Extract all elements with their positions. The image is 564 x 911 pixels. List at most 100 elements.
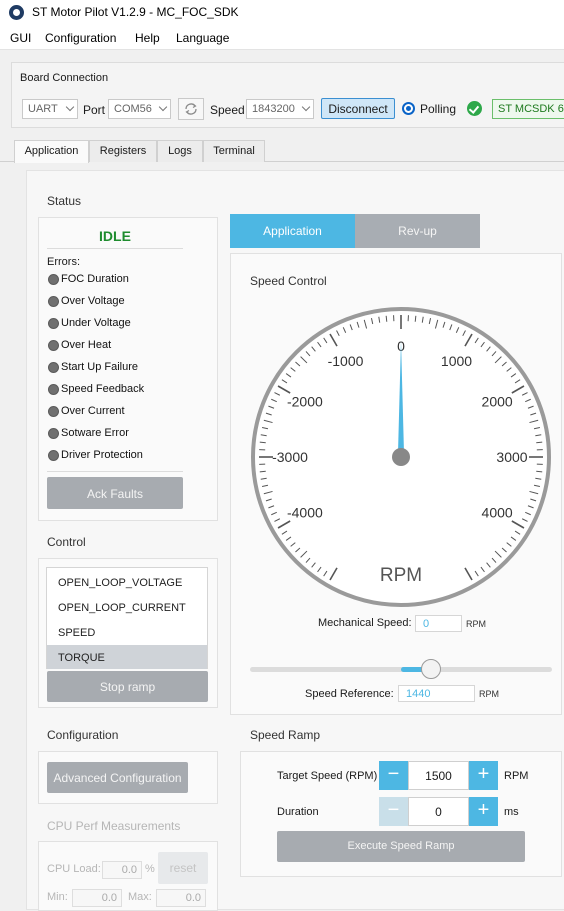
error-led-icon	[48, 274, 59, 285]
error-label: Speed Feedback	[61, 383, 144, 395]
execute-speed-ramp-button[interactable]: Execute Speed Ramp	[277, 831, 525, 862]
menu-gui[interactable]: GUI	[10, 31, 31, 45]
target-decrement-button[interactable]: −	[379, 761, 408, 790]
app-logo-icon	[9, 5, 24, 20]
duration-decrement-button[interactable]: −	[379, 797, 408, 826]
stop-ramp-button[interactable]: Stop ramp	[47, 671, 208, 702]
cpu-reset-button[interactable]: reset	[158, 852, 208, 884]
mechanical-speed-unit: RPM	[466, 619, 486, 629]
error-led-icon	[48, 384, 59, 395]
disconnect-button[interactable]: Disconnect	[321, 98, 395, 119]
error-led-icon	[48, 362, 59, 373]
error-led-icon	[48, 318, 59, 329]
status-title: Status	[47, 194, 81, 208]
chevron-down-icon	[302, 103, 310, 111]
speed-ramp-title: Speed Ramp	[250, 728, 320, 742]
divider	[47, 471, 183, 472]
sdk-version-badge: ST MCSDK 6.3	[492, 99, 564, 119]
cpu-load-label: CPU Load:	[47, 863, 101, 875]
gauge-tick-label: -1000	[328, 353, 364, 369]
list-item[interactable]: SPEED	[47, 620, 207, 644]
port-select[interactable]: COM56	[108, 99, 171, 119]
refresh-button[interactable]	[178, 98, 204, 120]
gauge-tick-label: 1000	[441, 353, 472, 369]
gauge-tick-label: -2000	[287, 394, 323, 410]
tab-terminal[interactable]: Terminal	[203, 140, 265, 162]
cpu-perf-title: CPU Perf Measurements	[47, 819, 180, 833]
gauge-tick-label: -4000	[287, 505, 323, 521]
gauge-tick-label: 3000	[496, 449, 527, 465]
target-speed-input[interactable]: 1500	[408, 761, 469, 790]
cpu-percent-label: %	[145, 863, 155, 875]
refresh-icon	[179, 99, 203, 119]
error-led-icon	[48, 428, 59, 439]
cpu-min-label: Min:	[47, 891, 68, 903]
cpu-min-field: 0.0	[72, 889, 122, 907]
error-label: Sotware Error	[61, 427, 129, 439]
list-item[interactable]: OPEN_LOOP_VOLTAGE	[47, 570, 207, 594]
gauge-tick	[415, 316, 416, 322]
target-increment-button[interactable]: +	[469, 761, 498, 790]
interface-select[interactable]: UART	[22, 99, 78, 119]
error-led-icon	[48, 340, 59, 351]
gauge-tick-label: 4000	[482, 505, 513, 521]
configuration-title: Configuration	[47, 728, 118, 742]
target-speed-label: Target Speed (RPM)	[277, 770, 377, 782]
port-label: Port	[83, 103, 105, 117]
advanced-configuration-button[interactable]: Advanced Configuration	[47, 762, 188, 793]
divider	[47, 248, 183, 249]
menu-language[interactable]: Language	[176, 31, 229, 45]
error-led-icon	[48, 406, 59, 417]
ack-faults-button[interactable]: Ack Faults	[47, 477, 183, 509]
tab-application[interactable]: Application	[14, 140, 89, 163]
list-item-selected[interactable]: TORQUE	[47, 645, 207, 669]
cpu-max-field: 0.0	[156, 889, 206, 907]
gauge-tick-label: 2000	[482, 394, 513, 410]
gauge-tick-label: -3000	[272, 449, 308, 465]
gauge-tick	[260, 471, 266, 472]
polling-label: Polling	[420, 102, 456, 116]
chevron-down-icon	[159, 103, 167, 111]
tab-registers[interactable]: Registers	[89, 140, 157, 162]
gauge-tick	[260, 442, 266, 443]
speed-label: Speed	[210, 103, 245, 117]
menu-bar: GUI Configuration Help Language	[0, 26, 564, 50]
gauge-tick	[536, 471, 542, 472]
interface-value: UART	[28, 103, 58, 115]
error-led-icon	[48, 450, 59, 461]
error-led-icon	[48, 296, 59, 307]
view-tab-revup[interactable]: Rev-up	[355, 214, 480, 248]
port-value: COM56	[114, 103, 152, 115]
cpu-load-field: 0.0	[102, 861, 142, 879]
speed-gauge: -4000-3000-2000-100001000200030004000 RP…	[250, 303, 552, 608]
error-label: Start Up Failure	[61, 361, 138, 373]
cpu-max-label: Max:	[128, 891, 152, 903]
error-label: FOC Duration	[61, 273, 129, 285]
gauge-tick	[536, 442, 542, 443]
menu-help[interactable]: Help	[135, 31, 160, 45]
tab-logs[interactable]: Logs	[157, 140, 203, 162]
control-title: Control	[47, 535, 86, 549]
speed-reference-field[interactable]: 1440	[398, 685, 475, 702]
baudrate-value: 1843200	[252, 103, 295, 115]
control-mode-list[interactable]: OPEN_LOOP_VOLTAGE OPEN_LOOP_CURRENT SPEE…	[46, 567, 208, 669]
window-title: ST Motor Pilot V1.2.9 - MC_FOC_SDK	[32, 5, 239, 19]
duration-label: Duration	[277, 806, 319, 818]
speed-control-title: Speed Control	[250, 274, 327, 288]
view-tab-application[interactable]: Application	[230, 214, 355, 248]
baudrate-select[interactable]: 1843200	[246, 99, 314, 119]
speed-reference-label: Speed Reference:	[305, 688, 394, 700]
slider-handle[interactable]	[421, 659, 441, 679]
mechanical-speed-label: Mechanical Speed:	[318, 617, 412, 629]
list-item[interactable]: OPEN_LOOP_CURRENT	[47, 595, 207, 619]
duration-increment-button[interactable]: +	[469, 797, 498, 826]
duration-input[interactable]: 0	[408, 797, 469, 826]
polling-radio[interactable]	[402, 102, 415, 115]
connected-check-icon	[467, 101, 482, 116]
error-label: Over Voltage	[61, 295, 125, 307]
speed-reference-slider[interactable]	[250, 667, 552, 672]
error-label: Under Voltage	[61, 317, 131, 329]
menu-configuration[interactable]: Configuration	[45, 31, 116, 45]
gauge-tick	[386, 316, 387, 322]
board-connection-title: Board Connection	[20, 72, 108, 84]
